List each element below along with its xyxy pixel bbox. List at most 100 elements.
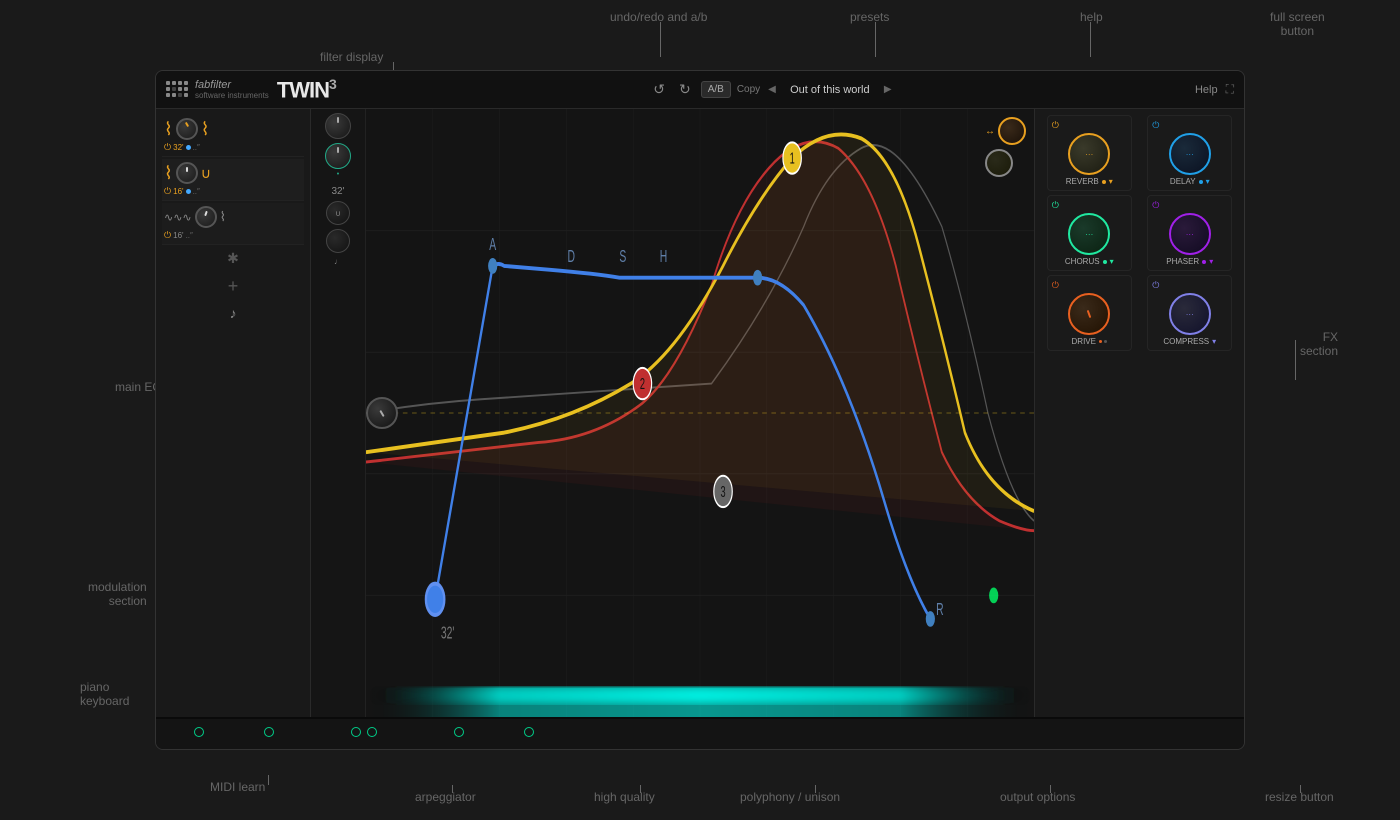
mod-knob-1[interactable]	[998, 117, 1026, 145]
fx-row-3: ⏻ DRIVE	[1041, 275, 1238, 351]
fab-logo-grid	[166, 81, 189, 98]
undo-button[interactable]: ↺	[649, 79, 669, 100]
redo-button[interactable]: ↻	[675, 79, 695, 100]
prev-preset-button[interactable]: ◀	[768, 84, 776, 95]
label-high-quality: high quality	[594, 790, 655, 804]
oscillators-panel: ⌇ ⌇ ⏻ 32' ..″	[156, 109, 311, 717]
preset-name: Out of this world	[780, 84, 880, 96]
add-osc-button[interactable]: +	[162, 272, 304, 301]
mod-placement: X Y Placement	[304, 719, 424, 750]
osc1-power[interactable]: ⏻	[164, 142, 171, 153]
copy-button[interactable]: Copy	[737, 84, 760, 95]
compress-knob[interactable]: ···	[1169, 293, 1211, 335]
crunch-indicator	[454, 727, 464, 737]
chorus-knob[interactable]: ···	[1068, 213, 1110, 255]
envelope-indicator	[194, 727, 204, 737]
oscillator-1: ⌇ ⌇ ⏻ 32' ..″	[162, 115, 304, 157]
fx-reverb: ⏻ ··· REVERB ▾	[1047, 115, 1132, 191]
osc3-detune: ..″	[186, 231, 193, 240]
eg-knob-2-control[interactable]	[325, 143, 351, 169]
filter-visualization-area[interactable]: 1 2 3	[366, 109, 1034, 717]
osc3-knob[interactable]	[195, 206, 217, 228]
phaser-label: PHASER	[1166, 257, 1199, 266]
reverb-power[interactable]: ⏻	[1052, 120, 1059, 131]
delay-knob[interactable]: ···	[1169, 133, 1211, 175]
note-icon-area: ♪	[162, 303, 304, 323]
placement-indicators	[351, 727, 377, 737]
compress-label: COMPRESS	[1163, 337, 1209, 346]
label-midi-learn: MIDI learn	[210, 780, 265, 794]
osc2-wave-knob[interactable]	[176, 162, 198, 184]
mod-arrows-top: ↔	[985, 117, 1026, 177]
undo-redo-area: ↺ ↻ A/B Copy	[649, 79, 760, 100]
osc-separator: ✱	[162, 247, 304, 270]
label-resize: resize button	[1265, 790, 1334, 804]
osc2-wave2: ∪	[201, 165, 211, 182]
svg-text:A: A	[489, 236, 496, 256]
placement-indicator-x	[351, 727, 361, 737]
delay-dropdown[interactable]: ▾	[1206, 177, 1210, 186]
drive-label: DRIVE	[1072, 337, 1096, 346]
placement-indicator-y	[367, 727, 377, 737]
eg-sub-knob[interactable]: ∪	[326, 201, 350, 225]
connection-knob[interactable]	[366, 397, 398, 429]
drive-knob[interactable]	[1068, 293, 1110, 335]
chorus-dot	[1103, 260, 1107, 264]
drive-power[interactable]: ⏻	[1052, 280, 1059, 291]
compress-power[interactable]: ⏻	[1152, 280, 1159, 291]
fx-panel: ⏻ ··· REVERB ▾ ⏻	[1034, 109, 1244, 717]
svg-text:H: H	[660, 247, 667, 267]
phaser-knob[interactable]: ···	[1169, 213, 1211, 255]
reverb-knob[interactable]: ···	[1068, 133, 1110, 175]
osc1-octave: 32'	[173, 143, 183, 152]
mod-knob-2[interactable]	[985, 149, 1013, 177]
filter-svg: 1 2 3	[366, 109, 1034, 717]
phaser-power[interactable]: ⏻	[1152, 200, 1159, 211]
eg-left-column: • 32' ∪ ♩	[311, 109, 366, 717]
fab-brand-name: fabfilter	[195, 79, 269, 91]
phaser-dropdown[interactable]: ▾	[1209, 257, 1213, 266]
svg-text:S: S	[619, 247, 626, 267]
osc3-wave1: ∿∿∿	[164, 211, 192, 224]
eg-pitch-knob[interactable]	[326, 229, 350, 253]
brightness-indicator	[264, 727, 274, 737]
next-preset-button[interactable]: ▶	[884, 84, 892, 95]
osc2-wave1: ⌇	[164, 163, 173, 184]
label-fullscreen: full screenbutton	[1270, 10, 1325, 38]
delay-label: DELAY	[1170, 177, 1196, 186]
mod-effects: Effects	[494, 719, 564, 750]
chorus-dropdown[interactable]: ▾	[1110, 257, 1114, 266]
chorus-power[interactable]: ⏻	[1052, 200, 1059, 211]
reverb-dropdown[interactable]: ▾	[1109, 177, 1113, 186]
label-help: help	[1080, 10, 1103, 24]
osc2-dot	[186, 189, 191, 194]
oscillator-3: ∿∿∿ ⌇ ⏻ 16' ..″	[162, 203, 304, 245]
osc1-wave2: ⌇	[201, 119, 210, 140]
delay-power[interactable]: ⏻	[1152, 120, 1159, 131]
osc1-pitch-knob[interactable]	[176, 118, 198, 140]
osc1-detune: ..″	[193, 143, 200, 152]
preset-area: ◀ Out of this world ▶	[768, 84, 891, 96]
osc3-power[interactable]: ⏻	[164, 230, 171, 241]
compress-dropdown[interactable]: ▾	[1212, 337, 1216, 346]
label-filter-display: filter display	[320, 50, 383, 64]
fullscreen-button[interactable]: ⛶	[1226, 82, 1234, 97]
svg-text:D: D	[568, 247, 575, 267]
svg-text:R: R	[936, 600, 943, 620]
osc2-power[interactable]: ⏻	[164, 186, 171, 197]
osc1-wave1: ⌇	[164, 119, 173, 140]
eg-dot-2: •	[337, 171, 339, 178]
fx-chorus: ⏻ ··· CHORUS ▾	[1047, 195, 1132, 271]
label-arpeggiator: arpeggiator	[415, 790, 476, 804]
label-presets: presets	[850, 10, 889, 24]
fx-delay: ⏻ ··· DELAY ▾	[1147, 115, 1232, 191]
effects-indicator	[524, 727, 534, 737]
plugin-name: TWIN3	[277, 76, 336, 103]
help-button[interactable]: Help	[1195, 84, 1218, 96]
svg-text:3: 3	[720, 482, 725, 500]
osc3-wave2: ⌇	[220, 209, 226, 225]
ab-button[interactable]: A/B	[701, 81, 731, 98]
plugin-main: fabfilter software instruments TWIN3 ↺ ↻…	[155, 70, 1245, 750]
fab-brand-sub: software instruments	[195, 91, 269, 100]
eg-knob-1-control[interactable]	[325, 113, 351, 139]
